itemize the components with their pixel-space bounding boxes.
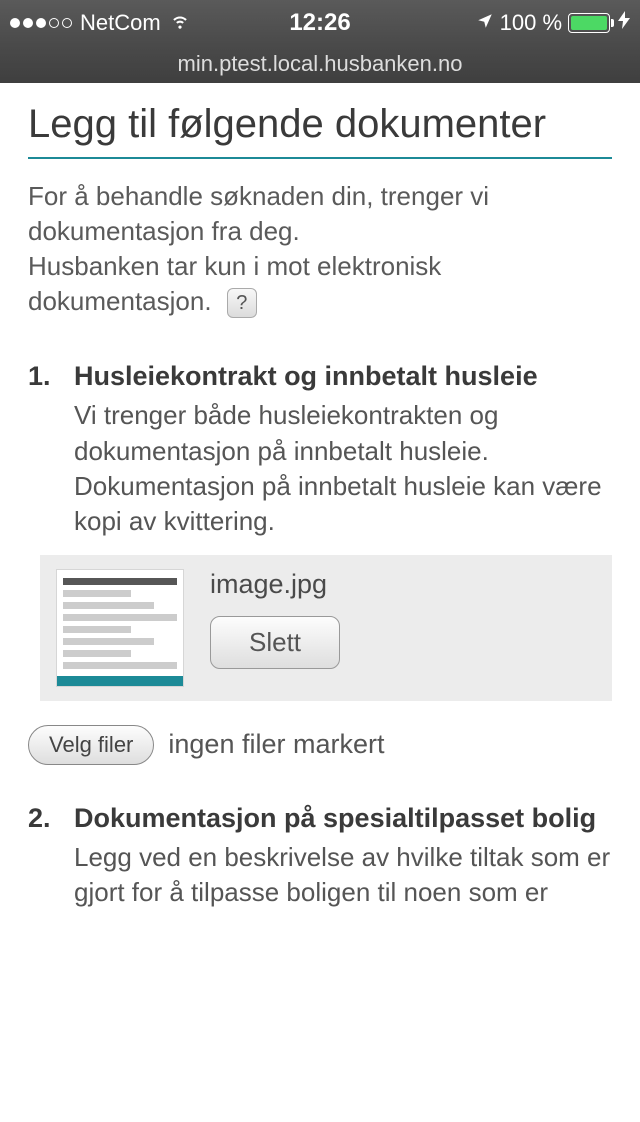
doc-description: Legg ved en beskrivelse av hvilke tiltak… [28,840,612,910]
intro-line-1: For å behandle søknaden din, trenger vi … [28,181,489,246]
uploaded-file-card: image.jpg Slett [40,555,612,701]
charging-icon [618,11,630,34]
intro-text: For å behandle søknaden din, trenger vi … [28,179,612,319]
document-item-2: 2. Dokumentasjon på spesialtilpasset bol… [28,801,612,910]
status-bar: NetCom 12:26 100 % [0,0,640,45]
battery-percent: 100 % [500,10,562,36]
location-icon [476,10,494,36]
wifi-icon [169,9,191,37]
status-left: NetCom [10,9,289,37]
file-picker-status: ingen filer markert [168,729,384,760]
doc-number: 2. [28,801,62,836]
carrier-label: NetCom [80,10,161,36]
file-thumbnail[interactable] [56,569,184,687]
signal-strength-icon [10,18,72,28]
page-title: Legg til følgende dokumenter [28,101,612,159]
document-item-1: 1. Husleiekontrakt og innbetalt husleie … [28,359,612,764]
choose-files-button[interactable]: Velg filer [28,725,154,765]
url-text: min.ptest.local.husbanken.no [178,51,463,77]
battery-icon [568,13,610,33]
document-list: 1. Husleiekontrakt og innbetalt husleie … [28,359,612,910]
doc-title: Dokumentasjon på spesialtilpasset bolig [74,801,612,836]
doc-number: 1. [28,359,62,394]
help-button[interactable]: ? [227,288,257,318]
url-bar[interactable]: min.ptest.local.husbanken.no [0,45,640,83]
delete-button[interactable]: Slett [210,616,340,669]
status-time: 12:26 [289,9,350,37]
file-name: image.jpg [210,569,340,600]
status-right: 100 % [351,10,630,36]
doc-title: Husleiekontrakt og innbetalt husleie [74,359,612,394]
doc-description: Vi trenger både husleiekontrakten og dok… [28,398,612,538]
page-content: Legg til følgende dokumenter For å behan… [0,83,640,956]
file-picker: Velg filer ingen filer markert [28,725,612,765]
